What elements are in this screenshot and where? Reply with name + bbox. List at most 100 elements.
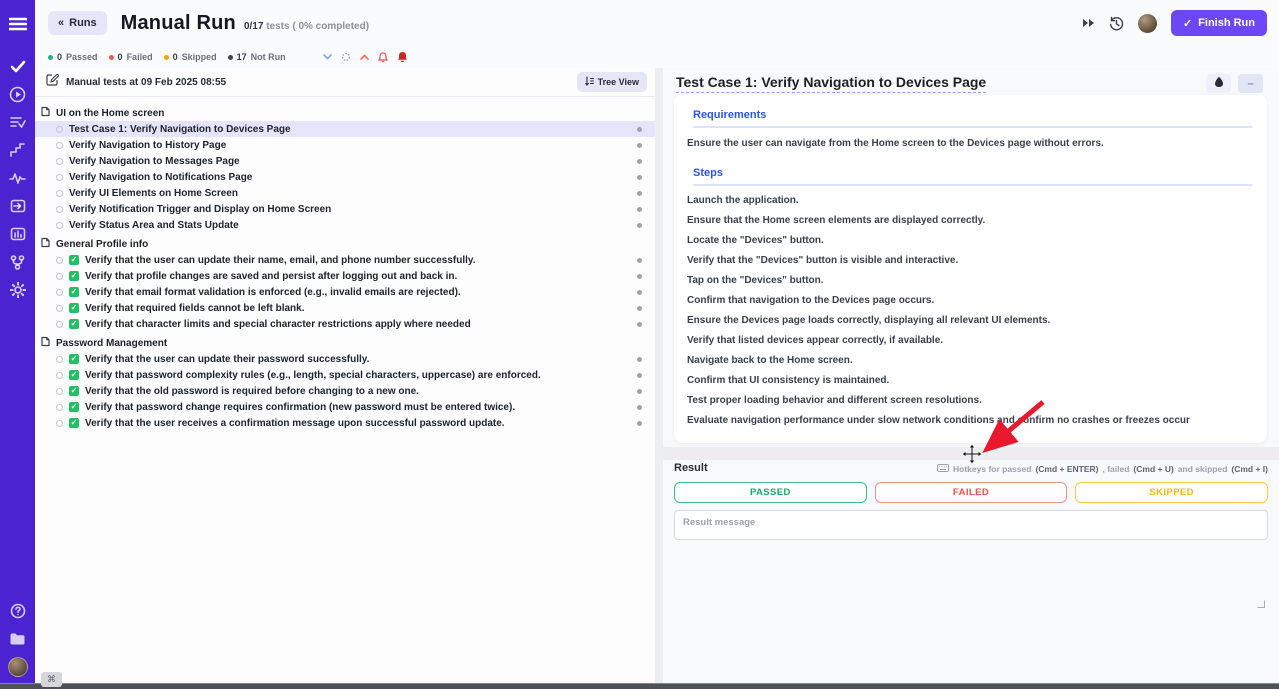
step-text: Navigate back to the Home screen. — [687, 356, 1253, 366]
status-circle-icon — [56, 190, 63, 197]
test-case-row[interactable]: Verify UI Elements on Home Screen — [35, 185, 655, 201]
status-counter: 0Skipped — [164, 52, 217, 62]
step-text: Test proper loading behavior and differe… — [687, 396, 1253, 406]
test-case-row[interactable]: ✓ Verify that the user receives a confir… — [35, 415, 655, 431]
status-counter: 0Passed — [48, 52, 98, 62]
case-menu-dot[interactable] — [637, 373, 642, 378]
defects-pulse-icon[interactable] — [0, 164, 35, 192]
result-message-input[interactable] — [674, 510, 1268, 540]
status-circle-icon — [56, 126, 63, 133]
shared-steps-icon[interactable] — [0, 136, 35, 164]
back-to-runs-button[interactable]: « Runs — [48, 11, 107, 35]
test-case-list: UI on the Home screen Test Case 1: Verif… — [35, 97, 655, 431]
settings-gear-icon[interactable] — [0, 276, 35, 304]
status-dot — [109, 55, 114, 60]
page-title: Manual Run — [121, 12, 236, 35]
test-case-row[interactable]: Test Case 1: Verify Navigation to Device… — [35, 121, 655, 137]
test-case-row[interactable]: ✓ Verify that profile changes are saved … — [35, 268, 655, 284]
status-dot — [228, 55, 233, 60]
step-text: Ensure the Devices page loads correctly,… — [687, 316, 1253, 326]
bell-filled-icon[interactable] — [397, 51, 408, 63]
ink-drop-button[interactable] — [1206, 74, 1231, 93]
test-case-title[interactable]: Test Case 1: Verify Navigation to Device… — [676, 74, 986, 93]
traceability-branch-icon[interactable] — [0, 248, 35, 276]
tree-view-button[interactable]: Tree View — [577, 72, 647, 92]
case-menu-dot[interactable] — [637, 405, 642, 410]
run-progress: 0/17 tests ( 0% completed) — [244, 21, 369, 32]
status-circle-icon — [56, 305, 63, 312]
test-plans-icon[interactable] — [0, 108, 35, 136]
status-counter: 17Not Run — [228, 52, 286, 62]
case-menu-dot[interactable] — [637, 290, 642, 295]
test-case-row[interactable]: ✓ Verify that password complexity rules … — [35, 367, 655, 383]
caret-up-icon[interactable] — [360, 54, 369, 60]
test-case-row[interactable]: ✓ Verify that the user can update their … — [35, 351, 655, 367]
requirements-text: Ensure the user can navigate from the Ho… — [687, 138, 1253, 149]
test-case-row[interactable]: Verify Navigation to Messages Page — [35, 153, 655, 169]
case-menu-dot[interactable] — [637, 175, 642, 180]
user-avatar-header[interactable] — [1138, 14, 1157, 33]
test-case-row[interactable]: Verify Status Area and Stats Update — [35, 217, 655, 233]
history-icon[interactable] — [1109, 16, 1124, 31]
edit-run-icon[interactable] — [46, 73, 59, 91]
case-menu-dot[interactable] — [637, 306, 642, 311]
milestones-inbox-icon[interactable] — [0, 192, 35, 220]
test-case-row[interactable]: ✓ Verify that the old password is requir… — [35, 383, 655, 399]
project-folder-icon[interactable] — [0, 625, 35, 653]
suite-row[interactable]: UI on the Home screen — [35, 105, 655, 121]
test-case-row[interactable]: ✓ Verify that character limits and speci… — [35, 316, 655, 332]
case-menu-dot[interactable] — [637, 159, 642, 164]
check-emoji-icon: ✓ — [69, 354, 79, 364]
test-case-row[interactable]: ✓ Verify that required fields cannot be … — [35, 300, 655, 316]
document-icon — [41, 334, 50, 352]
test-case-row[interactable]: ✓ Verify that email format validation is… — [35, 284, 655, 300]
textarea-resize-grip[interactable] — [1257, 600, 1265, 608]
chevron-down-icon[interactable] — [323, 54, 332, 60]
case-menu-dot[interactable] — [637, 322, 642, 327]
test-case-row[interactable]: ✓ Verify that the user can update their … — [35, 252, 655, 268]
step-text: Ensure that the Home screen elements are… — [687, 216, 1253, 226]
skipped-button[interactable]: SKIPPED — [1075, 482, 1268, 503]
status-circle-icon — [56, 257, 63, 264]
skip-forward-icon[interactable] — [1082, 18, 1095, 28]
suite-row[interactable]: General Profile info — [35, 236, 655, 252]
test-runs-play-icon[interactable] — [0, 80, 35, 108]
status-circle-icon — [56, 404, 63, 411]
help-icon[interactable] — [0, 597, 35, 625]
check-emoji-icon: ✓ — [69, 303, 79, 313]
test-case-row[interactable]: ✓ Verify that password change requires c… — [35, 399, 655, 415]
stats-bar: 0Passed 0Failed 0Skipped 17Not Run — [35, 46, 1279, 68]
bell-outline-icon[interactable] — [378, 52, 388, 63]
steps-list: Launch the application.Ensure that the H… — [684, 196, 1253, 426]
test-case-row[interactable]: Verify Navigation to History Page — [35, 137, 655, 153]
case-menu-dot[interactable] — [637, 258, 642, 263]
case-menu-dot[interactable] — [637, 421, 642, 426]
filter-gear-icon[interactable] — [341, 52, 351, 62]
test-case-body-card: Requirements Ensure the user can navigat… — [674, 95, 1267, 443]
check-emoji-icon: ✓ — [69, 271, 79, 281]
case-menu-dot[interactable] — [637, 191, 642, 196]
case-menu-dot[interactable] — [637, 207, 642, 212]
requirements-heading: Requirements — [693, 109, 1253, 121]
test-case-row[interactable]: Verify Navigation to Notifications Page — [35, 169, 655, 185]
hotkeys-hint: Hotkeys for passed(Cmd + ENTER) , failed… — [937, 464, 1268, 474]
failed-button[interactable]: FAILED — [875, 482, 1068, 503]
test-case-row[interactable]: Verify Notification Trigger and Display … — [35, 201, 655, 217]
status-circle-icon — [56, 356, 63, 363]
user-avatar[interactable] — [0, 653, 35, 681]
collapse-button[interactable]: – — [1238, 74, 1263, 93]
suite-row[interactable]: Password Management — [35, 335, 655, 351]
passed-button[interactable]: PASSED — [674, 482, 867, 503]
status-circle-icon — [56, 206, 63, 213]
case-menu-dot[interactable] — [637, 143, 642, 148]
case-menu-dot[interactable] — [637, 357, 642, 362]
finish-run-button[interactable]: ✓ Finish Run — [1171, 10, 1267, 36]
tests-check-icon[interactable] — [0, 52, 35, 80]
case-menu-dot[interactable] — [637, 127, 642, 132]
case-menu-dot[interactable] — [637, 223, 642, 228]
menu-icon[interactable] — [0, 10, 35, 38]
reports-chart-icon[interactable] — [0, 220, 35, 248]
status-counters: 0Passed 0Failed 0Skipped 17Not Run — [48, 52, 297, 62]
case-menu-dot[interactable] — [637, 274, 642, 279]
case-menu-dot[interactable] — [637, 389, 642, 394]
